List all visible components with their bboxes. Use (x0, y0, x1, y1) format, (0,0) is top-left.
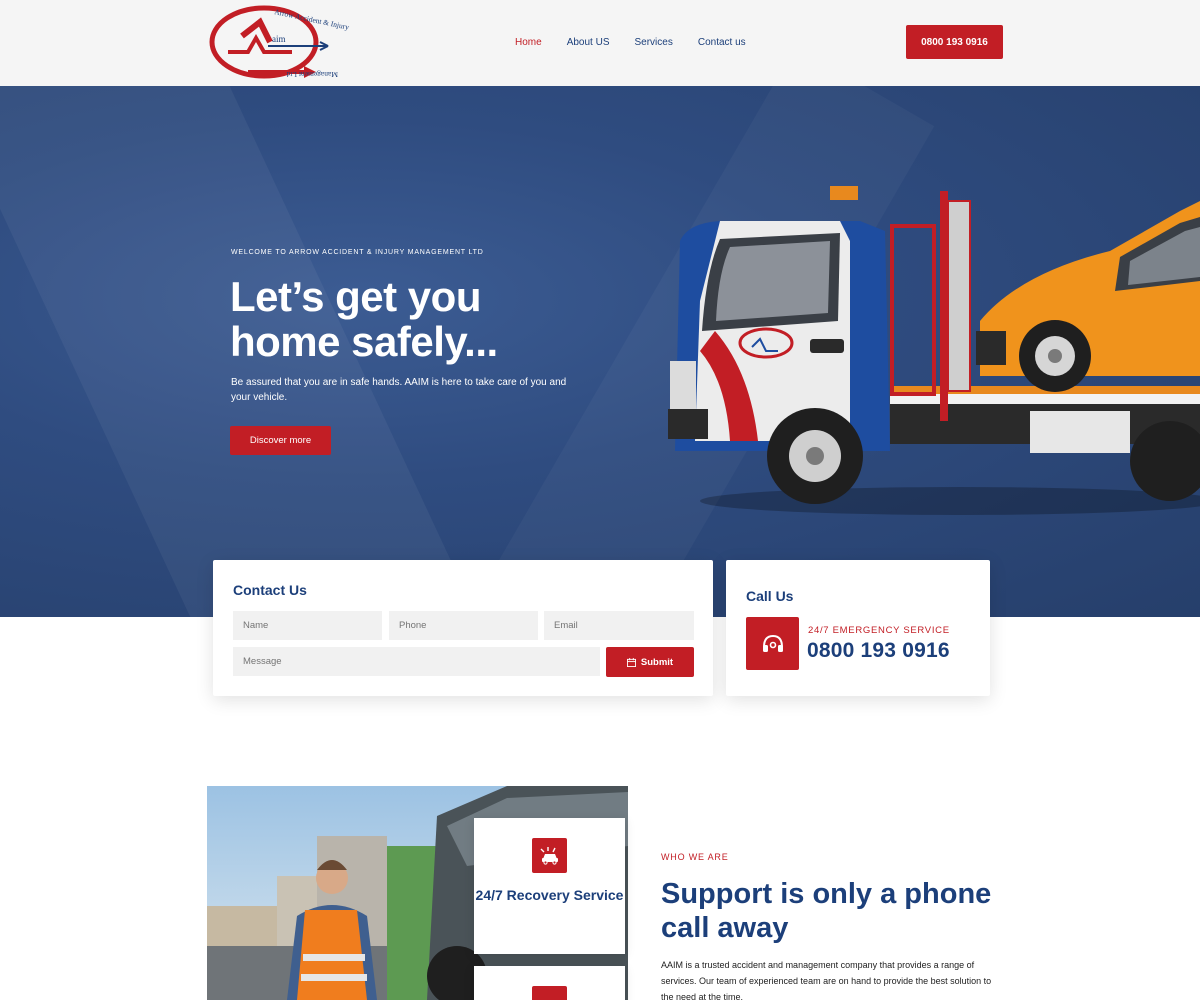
headset-icon (746, 617, 799, 670)
who-we-are-text: AAIM is a trusted accident and managemen… (661, 960, 992, 1000)
call-card-title: Call Us (746, 588, 794, 604)
emergency-phone-number[interactable]: 0800 193 0916 (807, 639, 950, 663)
phone-field[interactable] (389, 611, 538, 640)
submit-label: Submit (640, 656, 674, 668)
name-field[interactable] (233, 611, 382, 640)
hero-title: Let’s get you home safely... (230, 273, 498, 365)
nav-services[interactable]: Services (635, 37, 673, 48)
who-we-are-title: Support is only a phone call away (661, 878, 992, 944)
hero-subtitle: Be assured that you are in safe hands. A… (231, 377, 567, 403)
logo-mark: aim (272, 34, 286, 44)
who-we-are-kicker: WHO WE ARE (661, 852, 729, 862)
contact-card: Contact Us Submit (213, 560, 713, 696)
submit-button[interactable]: Submit (606, 647, 694, 677)
service-card-next[interactable] (474, 966, 625, 1000)
nav-about[interactable]: About US (567, 37, 610, 48)
main-nav: Home About US Services Contact us (515, 37, 746, 48)
tow-truck-image (668, 186, 1200, 515)
email-field[interactable] (544, 611, 694, 640)
nav-contact[interactable]: Contact us (698, 37, 746, 48)
calendar-icon (626, 657, 636, 667)
hero-kicker: WELCOME TO ARROW ACCIDENT & INJURY MANAG… (231, 249, 484, 256)
emergency-service-label: 24/7 EMERGENCY SERVICE (808, 625, 950, 636)
call-card: Call Us 24/7 EMERGENCY SERVICE 0800 193 … (726, 560, 990, 696)
discover-more-button[interactable]: Discover more (230, 426, 331, 455)
service-card-recovery[interactable]: 24/7 Recovery Service (474, 818, 625, 954)
service-label: 24/7 Recovery Service (475, 887, 624, 903)
message-field[interactable] (233, 647, 600, 676)
contact-card-title: Contact Us (233, 582, 307, 598)
car-crash-icon (532, 838, 567, 873)
company-logo[interactable]: aim Arrow Accident & Injury Management L… (208, 2, 356, 82)
hero-section: WELCOME TO ARROW ACCIDENT & INJURY MANAG… (0, 86, 1200, 617)
site-header: aim Arrow Accident & Injury Management L… (0, 0, 1200, 86)
service-icon (532, 986, 567, 1000)
header-phone-button[interactable]: 0800 193 0916 (906, 25, 1003, 59)
nav-home[interactable]: Home (515, 37, 542, 48)
logo-text-bottom: Management Ltd (286, 70, 338, 79)
